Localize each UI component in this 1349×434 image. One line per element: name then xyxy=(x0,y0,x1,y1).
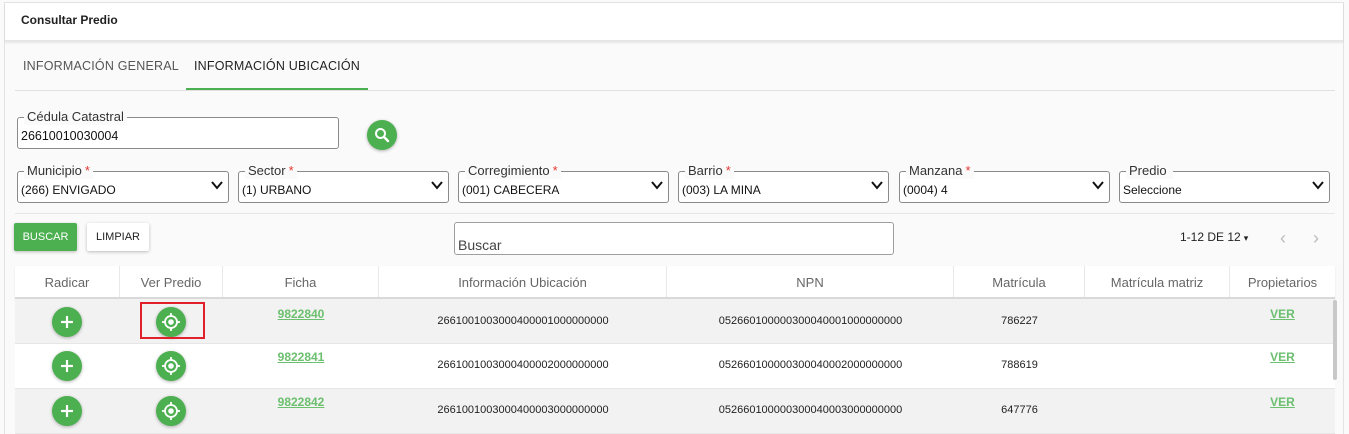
sector-label: Sector xyxy=(248,163,286,178)
propietarios-ver-link[interactable]: VER xyxy=(1270,350,1295,364)
chevron-down-icon xyxy=(431,181,443,190)
npn-cell: 052660100000300040001000000000 xyxy=(718,315,903,327)
ver-predio-button[interactable] xyxy=(156,307,186,337)
corregimiento-value: (001) CABECERA xyxy=(462,183,560,197)
table-row: 9822840 2661001003000400001000000000 052… xyxy=(15,299,1335,344)
ver-predio-button[interactable] xyxy=(156,396,186,426)
chevron-down-icon xyxy=(1092,181,1104,190)
chevron-down-icon xyxy=(1312,181,1324,190)
matricula-cell: 786227 xyxy=(1001,315,1038,327)
propietarios-ver-link[interactable]: VER xyxy=(1270,307,1295,321)
municipio-label: Municipio xyxy=(27,163,82,178)
matricula-matriz-cell xyxy=(1085,344,1230,388)
predio-select[interactable]: Predio Seleccione xyxy=(1119,163,1330,203)
radicar-button[interactable] xyxy=(52,351,82,381)
search-icon xyxy=(375,128,390,143)
ver-predio-button[interactable] xyxy=(156,351,186,381)
page-title: Consultar Predio xyxy=(5,3,1343,42)
table-header: Radicar Ver Predio Ficha Información Ubi… xyxy=(15,266,1335,299)
chevron-down-icon xyxy=(651,181,663,190)
matricula-cell: 788619 xyxy=(1001,359,1038,371)
cedula-catastral-label: Cédula Catastral xyxy=(24,109,127,125)
required-mark: * xyxy=(965,163,971,178)
sector-value: (1) URBANO xyxy=(242,183,312,197)
barrio-label: Barrio xyxy=(688,163,723,178)
caret-down-icon: ▾ xyxy=(1243,233,1249,243)
barrio-value: (003) LA MINA xyxy=(682,183,761,197)
results-table: Radicar Ver Predio Ficha Información Ubi… xyxy=(15,266,1335,434)
required-mark: * xyxy=(288,163,294,178)
next-page-button[interactable]: › xyxy=(1306,229,1326,249)
vertical-scrollbar[interactable] xyxy=(1333,300,1337,380)
search-cedula-button[interactable] xyxy=(367,120,397,150)
ubicacion-cell: 2661001003000400002000000000 xyxy=(437,359,609,371)
search-input[interactable] xyxy=(454,222,894,255)
ubicacion-cell: 2661001003000400001000000000 xyxy=(437,315,609,327)
corregimiento-label: Corregimiento xyxy=(468,163,550,178)
matricula-cell: 647776 xyxy=(1001,404,1038,416)
pagination-dropdown[interactable]: 1-12 DE 12 ▾ xyxy=(1180,230,1248,244)
corregimiento-select[interactable]: Corregimiento * (001) CABECERA xyxy=(458,163,669,203)
locate-icon xyxy=(162,357,180,375)
radicar-button[interactable] xyxy=(52,307,82,337)
col-header-matricula-matriz: Matrícula matriz xyxy=(1085,266,1230,297)
barrio-select[interactable]: Barrio * (003) LA MINA xyxy=(678,163,889,203)
predio-label: Predio xyxy=(1129,163,1167,178)
npn-cell: 052660100000300040003000000000 xyxy=(718,404,903,416)
app-window: Consultar Predio INFORMACIÓN GENERAL INF… xyxy=(4,2,1344,434)
pagination-label: 1-12 DE 12 xyxy=(1180,230,1241,244)
matricula-matriz-cell xyxy=(1085,389,1230,433)
required-mark: * xyxy=(84,163,90,178)
plus-icon xyxy=(61,360,73,372)
locate-icon xyxy=(162,313,180,331)
required-mark: * xyxy=(725,163,731,178)
tab-informacion-ubicacion[interactable]: INFORMACIÓN UBICACIÓN xyxy=(186,49,369,90)
cedula-catastral-value: 26610010030004 xyxy=(21,129,119,143)
required-mark: * xyxy=(552,163,558,178)
radicar-button[interactable] xyxy=(52,396,82,426)
locate-icon xyxy=(162,402,180,420)
municipio-select[interactable]: Municipio * (266) ENVIGADO xyxy=(17,163,229,203)
chevron-down-icon xyxy=(871,181,883,190)
ubicacion-cell: 2661001003000400003000000000 xyxy=(437,404,609,416)
municipio-value: (266) ENVIGADO xyxy=(21,183,116,197)
plus-icon xyxy=(61,405,73,417)
col-header-propietarios: Propietarios xyxy=(1247,275,1318,290)
col-header-ver-predio: Ver Predio xyxy=(120,266,223,297)
ficha-link[interactable]: 9822842 xyxy=(278,395,325,409)
predio-value: Seleccione xyxy=(1123,183,1182,197)
col-header-informacion-ubicacion: Información Ubicación xyxy=(379,266,667,297)
limpiar-button[interactable]: LIMPIAR xyxy=(87,223,149,251)
prev-page-button[interactable]: ‹ xyxy=(1273,229,1293,249)
col-header-radicar: Radicar xyxy=(15,266,120,297)
chevron-down-icon xyxy=(211,181,223,190)
manzana-label: Manzana xyxy=(909,163,963,178)
manzana-select[interactable]: Manzana * (0004) 4 xyxy=(899,163,1110,203)
buscar-button[interactable]: BUSCAR xyxy=(14,223,77,251)
col-header-matricula: Matrícula xyxy=(954,266,1085,297)
propietarios-ver-link[interactable]: VER xyxy=(1270,395,1295,409)
npn-cell: 052660100000300040002000000000 xyxy=(718,359,903,371)
col-header-ficha: Ficha xyxy=(223,266,379,297)
manzana-value: (0004) 4 xyxy=(903,183,948,197)
tab-informacion-general[interactable]: INFORMACIÓN GENERAL xyxy=(15,49,187,90)
divider xyxy=(15,213,1335,214)
col-header-npn: NPN xyxy=(667,266,954,297)
sector-select[interactable]: Sector * (1) URBANO xyxy=(238,163,449,203)
cedula-catastral-field[interactable]: Cédula Catastral 26610010030004 xyxy=(17,109,339,149)
ficha-link[interactable]: 9822840 xyxy=(278,307,325,321)
tab-bar: INFORMACIÓN GENERAL INFORMACIÓN UBICACIÓ… xyxy=(15,49,1335,91)
table-row: 9822842 2661001003000400003000000000 052… xyxy=(15,389,1335,434)
plus-icon xyxy=(61,316,73,328)
table-row: 9822841 2661001003000400002000000000 052… xyxy=(15,344,1335,389)
matricula-matriz-cell xyxy=(1085,299,1230,343)
ficha-link[interactable]: 9822841 xyxy=(278,350,325,364)
